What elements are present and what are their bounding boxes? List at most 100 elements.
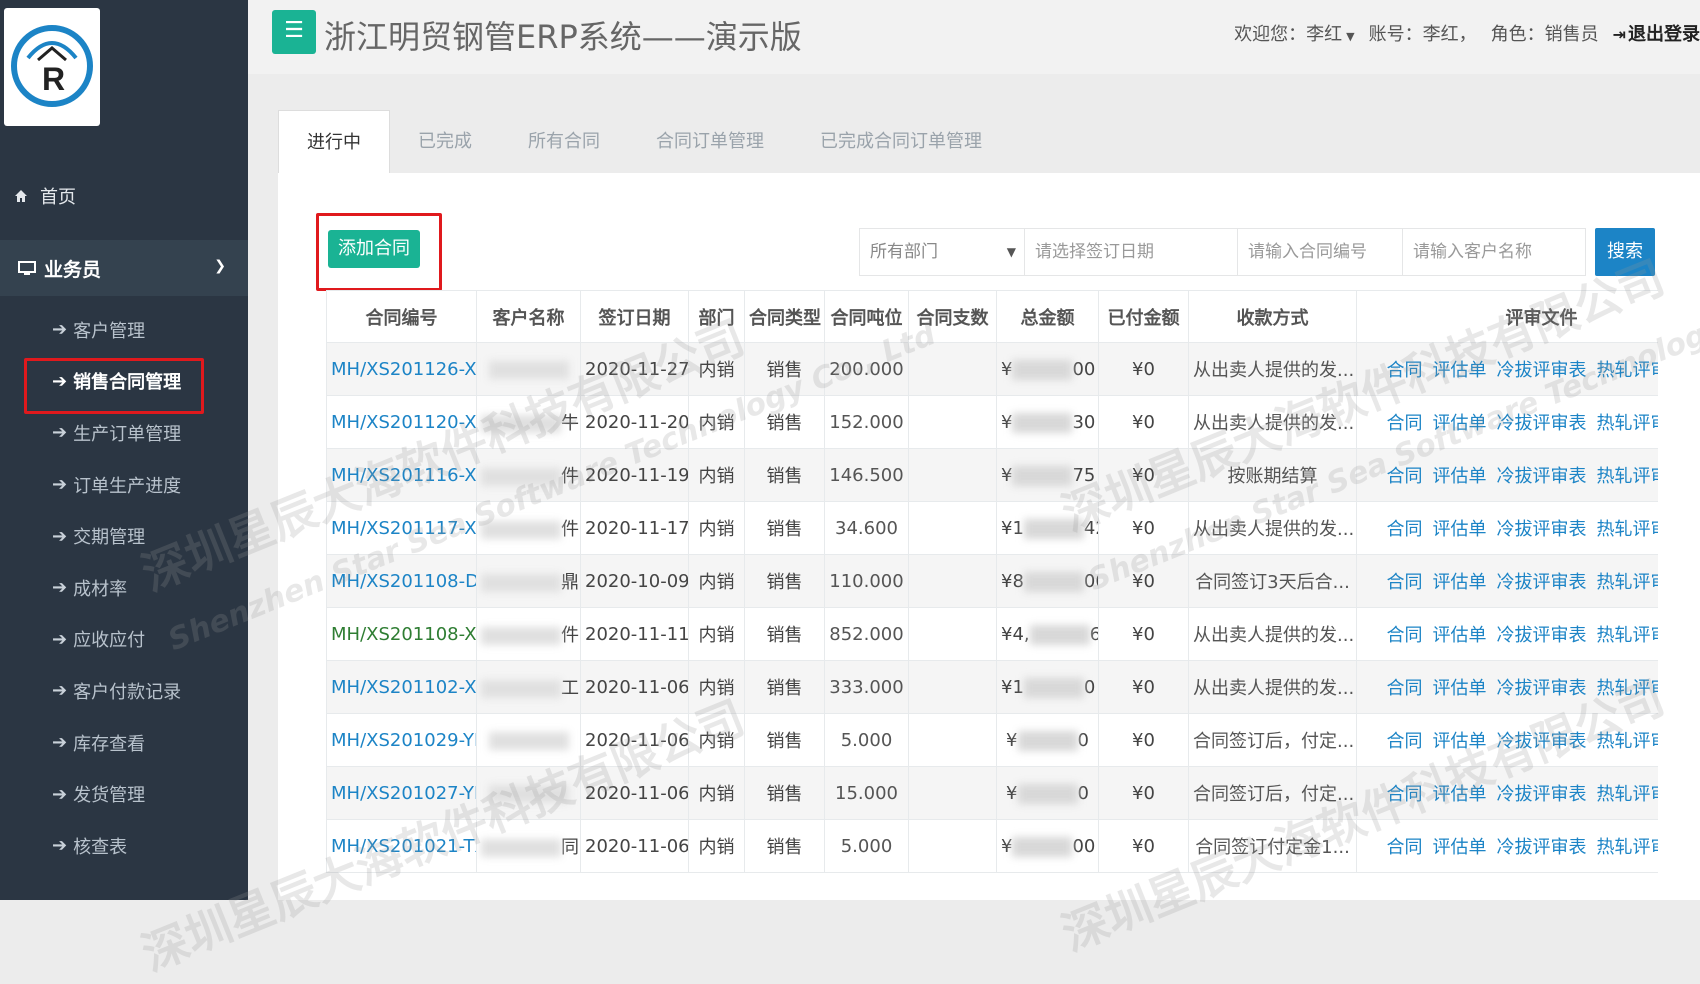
table-row[interactable]: MH/XS201029-YD 2020-11-06 内销 销售 5.000 ¥0 ¥0 合同签… [326, 713, 1659, 767]
review-file-link[interactable]: 合同 [1387, 625, 1423, 646]
review-file-link[interactable]: 合同 [1387, 519, 1423, 540]
col-header[interactable]: 部门 [688, 290, 745, 343]
customer-name-text: 牛 [561, 413, 579, 434]
tab-contract-orders[interactable]: 合同订单管理 [628, 110, 792, 174]
col-header[interactable]: 合同吨位 [824, 290, 909, 343]
col-header[interactable]: 合同编号 [326, 290, 477, 343]
review-file-link[interactable]: 评估单 [1433, 466, 1487, 487]
sidebar-item-payment-records[interactable]: ➔ 客户付款记录 [0, 665, 248, 717]
review-file-link[interactable]: 合同 [1387, 413, 1423, 434]
tab-completed[interactable]: 已完成 [390, 110, 500, 174]
sidebar-item-order-progress[interactable]: ➔ 订单生产进度 [0, 459, 248, 511]
table-row[interactable]: MH/XS201027-YD 2020-11-06 内销 销售 15.000 ¥0 ¥0 合同… [326, 766, 1659, 820]
tab-completed-contract-orders[interactable]: 已完成合同订单管理 [792, 110, 1010, 174]
review-file-link[interactable]: 评估单 [1433, 731, 1487, 752]
sidebar-item-home[interactable]: 首页 [0, 168, 248, 224]
review-file-link[interactable]: 热轧评审表 [1597, 572, 1659, 593]
contract-code-link[interactable]: MH/XS201029-YD [331, 730, 476, 751]
contract-code-link[interactable]: MH/XS201021-TX [331, 836, 476, 857]
review-file-link[interactable]: 热轧评审表 [1597, 837, 1659, 858]
department-select[interactable]: 所有部门 ▼ [859, 228, 1025, 276]
contract-code-link[interactable]: MH/XS201108-XY [331, 624, 476, 645]
col-header[interactable]: 合同类型 [744, 290, 825, 343]
table-row[interactable]: MH/XS201102-XY 工 件2020-11-06内销销售333.000 ¥1… [326, 660, 1659, 714]
cell-total-amount: ¥00 [996, 819, 1099, 873]
review-file-link[interactable]: 评估单 [1433, 837, 1487, 858]
sidebar-item-customers[interactable]: ➔ 客户管理 [0, 304, 248, 356]
table-row[interactable]: MH/XS201116-XY 件 2020-11-19 内销 销售 146.500 ¥75 ¥… [326, 448, 1659, 502]
review-file-link[interactable]: 热轧评审表 [1597, 731, 1659, 752]
review-file-link[interactable]: 冷拔评审表 [1497, 572, 1587, 593]
user-welcome[interactable]: 欢迎您：李红 ▼ [1234, 20, 1354, 46]
review-file-link[interactable]: 合同 [1387, 731, 1423, 752]
review-file-link[interactable]: 冷拔评审表 [1497, 519, 1587, 540]
col-header[interactable]: 总金额 [996, 290, 1099, 343]
contract-code-link[interactable]: MH/XS201117-XY [331, 518, 476, 539]
customer-name-input[interactable]: 请输入客户名称 [1402, 228, 1586, 276]
col-header[interactable]: 已付金额 [1098, 290, 1189, 343]
tab-all-contracts[interactable]: 所有合同 [500, 110, 628, 174]
review-file-link[interactable]: 评估单 [1433, 572, 1487, 593]
review-file-link[interactable]: 热轧评审表 [1597, 625, 1659, 646]
table-row[interactable]: MH/XS201120-XY 牛 2020-11-20 内销 销售 152.000 ¥30 ¥… [326, 395, 1659, 449]
review-file-link[interactable]: 合同 [1387, 784, 1423, 805]
table-row[interactable]: MH/XS201108-DL 鼎2020-10-09内销销售110.000 ¥8 00… [326, 554, 1659, 608]
review-file-link[interactable]: 热轧评审表 [1597, 466, 1659, 487]
review-file-link[interactable]: 评估单 [1433, 678, 1487, 699]
contract-code-link[interactable]: MH/XS201120-XY [331, 412, 476, 433]
review-file-link[interactable]: 冷拔评审表 [1497, 466, 1587, 487]
menu-toggle-button[interactable]: ☰ [272, 10, 316, 54]
review-file-link[interactable]: 热轧评审表 [1597, 784, 1659, 805]
review-file-link[interactable]: 热轧评审表 [1597, 413, 1659, 434]
review-file-link[interactable]: 合同 [1387, 572, 1423, 593]
review-file-link[interactable]: 评估单 [1433, 625, 1487, 646]
review-file-link[interactable]: 冷拔评审表 [1497, 625, 1587, 646]
review-file-link[interactable]: 冷拔评审表 [1497, 678, 1587, 699]
contract-code-link[interactable]: MH/XS201116-XY [331, 465, 476, 486]
col-header[interactable]: 签订日期 [580, 290, 689, 343]
contract-code-link[interactable]: MH/XS201102-XY [331, 677, 476, 698]
review-file-link[interactable]: 评估单 [1433, 360, 1487, 381]
tab-in-progress[interactable]: 进行中 [278, 110, 390, 174]
table-row[interactable]: MH/XS201108-XY 件2020-11-11内销销售852.000 ¥4, 6… [326, 607, 1659, 661]
review-file-link[interactable]: 合同 [1387, 466, 1423, 487]
sign-date-input[interactable]: 请选择签订日期 [1024, 228, 1238, 276]
review-file-link[interactable]: 合同 [1387, 678, 1423, 699]
contract-code-link[interactable]: MH/XS201108-DL [331, 571, 476, 592]
review-file-link[interactable]: 热轧评审表 [1597, 360, 1659, 381]
sidebar-item-receivables[interactable]: ➔ 应收应付 [0, 614, 248, 666]
logout-button[interactable]: ⇥ 退出登录 [1613, 20, 1700, 46]
review-file-link[interactable]: 评估单 [1433, 519, 1487, 540]
review-file-link[interactable]: 评估单 [1433, 413, 1487, 434]
col-header[interactable]: 客户名称 [476, 290, 581, 343]
contract-code-link[interactable]: MH/XS201126-XY [331, 359, 476, 380]
contract-code-input[interactable]: 请输入合同编号 [1237, 228, 1403, 276]
sidebar-section-salesman[interactable]: 业务员 ❯ [0, 240, 248, 296]
review-file-link[interactable]: 冷拔评审表 [1497, 731, 1587, 752]
col-header[interactable]: 合同支数 [908, 290, 997, 343]
review-file-link[interactable]: 合同 [1387, 360, 1423, 381]
contract-code-link[interactable]: MH/XS201027-YD [331, 783, 476, 804]
sidebar-item-yield-rate[interactable]: ➔ 成材率 [0, 562, 248, 614]
cell-sign-date: 2020-11-06 [580, 660, 689, 714]
table-row[interactable]: MH/XS201117-XY 件2020-11-17内销销售34.600 ¥1 42¥… [326, 501, 1659, 555]
review-file-link[interactable]: 冷拔评审表 [1497, 360, 1587, 381]
review-file-link[interactable]: 热轧评审表 [1597, 678, 1659, 699]
col-header[interactable]: 评审文件 [1356, 290, 1658, 343]
sidebar-item-checklist[interactable]: ➔ 核查表 [0, 820, 248, 872]
cell-paid-amount: ¥0 [1098, 554, 1189, 608]
review-file-link[interactable]: 评估单 [1433, 784, 1487, 805]
review-file-link[interactable]: 冷拔评审表 [1497, 837, 1587, 858]
sidebar-item-delivery-dates[interactable]: ➔ 交期管理 [0, 510, 248, 562]
sidebar-item-shipping[interactable]: ➔ 发货管理 [0, 768, 248, 820]
search-button[interactable]: 搜索 [1595, 228, 1655, 276]
sidebar-item-production-orders[interactable]: ➔ 生产订单管理 [0, 407, 248, 459]
col-header[interactable]: 收款方式 [1188, 290, 1357, 343]
review-file-link[interactable]: 冷拔评审表 [1497, 413, 1587, 434]
table-row[interactable]: MH/XS201126-XY 2020-11-27 内销 销售 200.000 ¥00 ¥0… [326, 342, 1659, 396]
review-file-link[interactable]: 冷拔评审表 [1497, 784, 1587, 805]
review-file-link[interactable]: 合同 [1387, 837, 1423, 858]
review-file-link[interactable]: 热轧评审表 [1597, 519, 1659, 540]
sidebar-item-inventory[interactable]: ➔ 库存查看 [0, 717, 248, 769]
table-row[interactable]: MH/XS201021-TX 同 2020-11-06 内销 销售 5.000 ¥00 ¥0 合… [326, 819, 1659, 873]
